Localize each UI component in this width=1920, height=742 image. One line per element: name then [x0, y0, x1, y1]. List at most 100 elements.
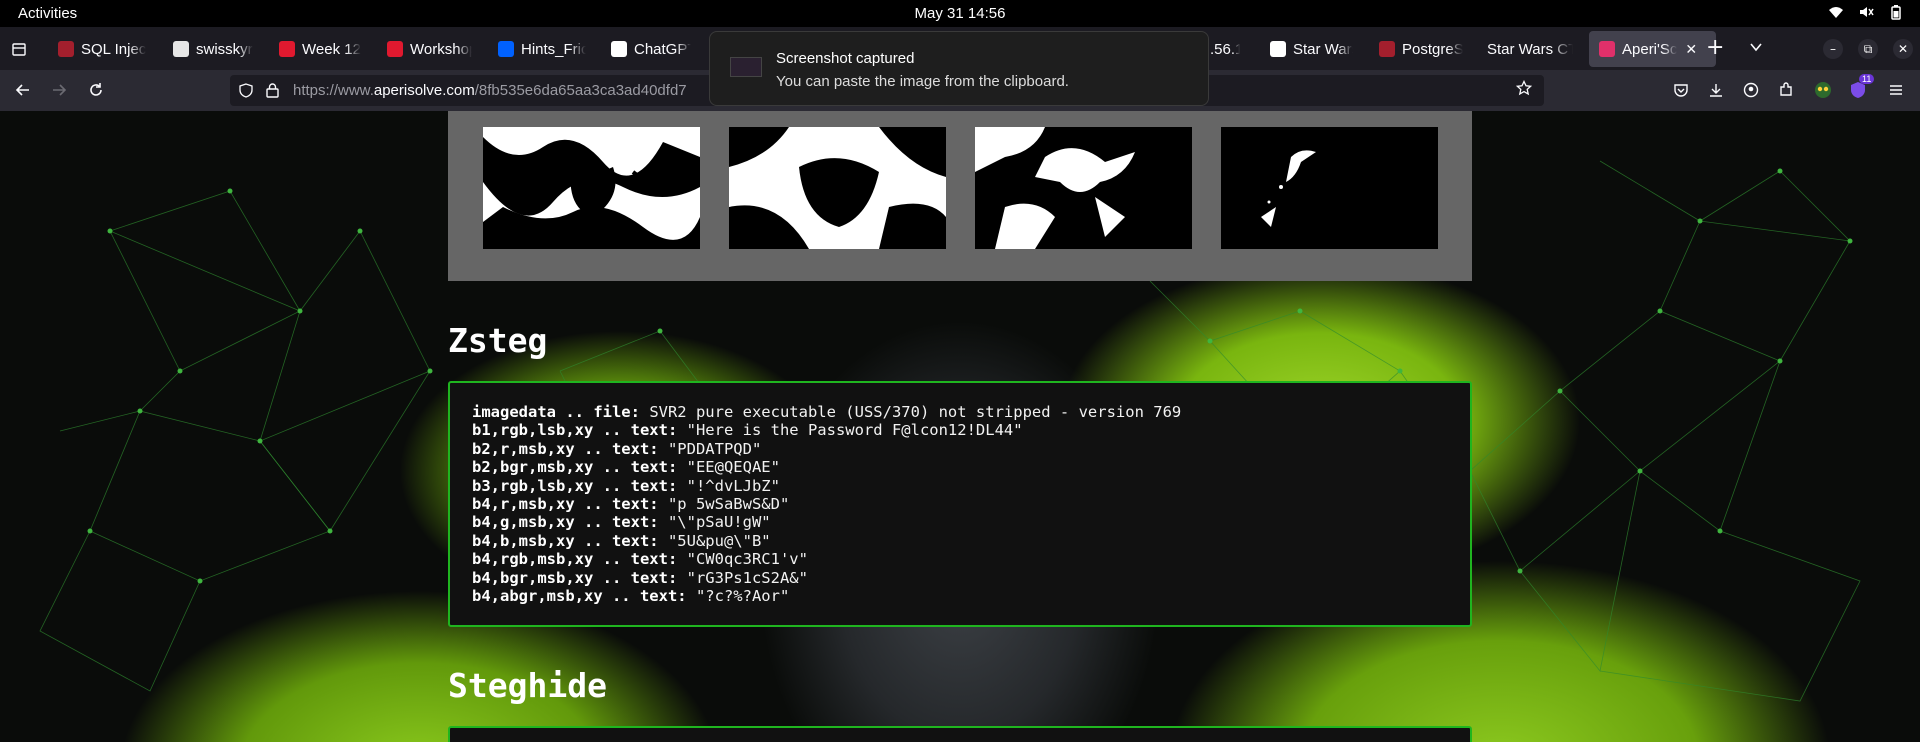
web-page-content: Zsteg imagedata .. file: SVR2 pure execu… — [0, 111, 1920, 742]
zsteg-line: b4,abgr,msb,xy .. text: "?c?%?Aor" — [472, 587, 1448, 605]
zsteg-line-value: "\"pSaU!gW" — [658, 513, 771, 532]
bitplane-image-2[interactable] — [729, 127, 946, 249]
close-window-button[interactable]: ✕ — [1893, 39, 1913, 59]
bookmark-star-icon[interactable] — [1516, 80, 1532, 96]
close-tab-icon[interactable]: ✕ — [1685, 41, 1697, 58]
browser-tab[interactable]: PostgreSC — [1369, 31, 1473, 67]
steghide-output-box — [448, 726, 1472, 742]
wifi-icon — [1829, 7, 1843, 18]
tab-label: .56.1( — [1210, 40, 1240, 58]
shield-icon[interactable] — [239, 83, 253, 98]
zsteg-line-key: b4,b,msb,xy .. text: — [472, 531, 659, 550]
bitplane-image-4[interactable] — [1221, 127, 1438, 249]
tab-label: Star Wars — [1293, 40, 1353, 58]
bitplane-image-1[interactable] — [483, 127, 700, 249]
notification-title: Screenshot captured — [776, 50, 915, 67]
list-all-tabs-icon[interactable] — [1748, 39, 1764, 55]
activities-button[interactable]: Activities — [18, 5, 77, 22]
url-text[interactable]: https://www.aperisolve.com/8fb535e6da65a… — [293, 82, 687, 99]
zsteg-line-value: "!^dvLJbZ" — [677, 476, 780, 495]
bitplane-image-4-graphic — [1221, 127, 1438, 249]
browser-tab[interactable]: swisskyre — [163, 31, 263, 67]
system-tray[interactable] — [1828, 4, 1904, 20]
browser-tab[interactable]: SQL Injec — [48, 31, 158, 67]
tab-label: Workshop — [410, 40, 472, 58]
zsteg-line-value: "?c?%?Aor" — [686, 587, 790, 606]
browser-tab[interactable]: Aperi'Sc ✕ — [1589, 31, 1716, 67]
browser-tab[interactable]: ChatGPT — [601, 31, 701, 67]
zsteg-line-key: b4,bgr,msb,xy .. text: — [472, 568, 678, 587]
firefox-view-icon — [12, 42, 26, 56]
tab-favicon-icon — [279, 41, 295, 57]
browser-tab[interactable]: Week 12 - — [269, 31, 371, 67]
restore-button[interactable]: ⧉ — [1858, 39, 1878, 59]
browser-tab[interactable]: Workshop — [377, 31, 482, 67]
zsteg-line-value: "5U&pu@\"B" — [658, 531, 771, 550]
tab-label: ChatGPT — [634, 40, 691, 58]
clock[interactable]: May 31 14:56 — [915, 5, 1006, 22]
extensions-button[interactable] — [1776, 80, 1796, 100]
arrow-left-icon — [15, 84, 29, 96]
zsteg-line-key: imagedata .. file: — [472, 403, 640, 421]
bitplane-image-1-graphic — [483, 127, 700, 249]
zsteg-line-key: b2,bgr,msb,xy .. text: — [472, 458, 678, 477]
reload-button[interactable] — [86, 80, 106, 100]
screenshot-notification[interactable]: Screenshot captured You can paste the im… — [709, 31, 1209, 106]
bitplane-image-3-graphic — [975, 127, 1192, 249]
battery-icon — [1891, 5, 1901, 20]
puzzle-icon — [1780, 82, 1792, 96]
zsteg-line-key: b4,r,msb,xy .. text: — [472, 495, 659, 514]
zsteg-output-text: imagedata .. file: SVR2 pure executable … — [450, 383, 1470, 625]
extension-owl-button[interactable] — [1813, 80, 1833, 100]
zsteg-line-value: "p 5wSaBwS&D" — [658, 495, 790, 514]
zsteg-line-value: SVR2 pure executable (USS/370) not strip… — [639, 403, 1182, 421]
tab-favicon-icon — [1379, 41, 1395, 57]
downloads-button[interactable] — [1706, 80, 1726, 100]
zsteg-line-key: b4,abgr,msb,xy .. text: — [472, 587, 687, 606]
firefox-view-button[interactable] — [0, 27, 38, 70]
system-top-bar: Activities May 31 14:56 — [0, 0, 1920, 27]
zsteg-line: b4,rgb,msb,xy .. text: "CW0qc3RC1'v" — [472, 550, 1448, 568]
pocket-button[interactable] — [1671, 80, 1691, 100]
account-icon — [1743, 82, 1759, 98]
tab-label: SQL Injec — [81, 40, 147, 58]
zsteg-line-value: "CW0qc3RC1'v" — [677, 550, 808, 569]
zsteg-line: b4,bgr,msb,xy .. text: "rG3Ps1cS2A&" — [472, 569, 1448, 587]
browser-tab[interactable]: Star Wars CT — [1477, 31, 1583, 67]
screenshot-thumbnail — [730, 57, 762, 77]
zsteg-line: b1,rgb,lsb,xy .. text: "Here is the Pass… — [472, 421, 1448, 439]
zsteg-line-value: "Here is the Password F@lcon12!DL44" — [677, 421, 1023, 440]
zsteg-line-key: b2,r,msb,xy .. text: — [472, 439, 659, 458]
tab-favicon-icon — [58, 41, 74, 57]
back-button[interactable] — [13, 80, 33, 100]
extension-badge-count: 11 — [1859, 74, 1875, 84]
hamburger-menu-icon — [1890, 85, 1902, 95]
tab-favicon-icon — [387, 41, 403, 57]
tab-label: Aperi'Sc — [1622, 40, 1678, 58]
lock-icon[interactable] — [266, 83, 279, 98]
steghide-heading: Steghide — [448, 666, 607, 705]
forward-button[interactable] — [49, 80, 69, 100]
zsteg-line: imagedata .. file: SVR2 pure executable … — [472, 403, 1448, 421]
tab-favicon-icon — [498, 41, 514, 57]
tab-favicon-icon — [1599, 41, 1615, 57]
tab-label: Star Wars CT — [1487, 40, 1573, 58]
extension-badge-button[interactable]: 11 — [1848, 74, 1875, 100]
tab-label: swisskyre — [196, 40, 253, 58]
browser-tab[interactable]: Star Wars — [1260, 31, 1363, 67]
zsteg-line: b4,b,msb,xy .. text: "5U&pu@\"B" — [472, 532, 1448, 550]
browser-tab[interactable]: Hints_Fric — [488, 31, 596, 67]
tab-favicon-icon — [1270, 41, 1286, 57]
volume-muted-icon — [1860, 7, 1874, 17]
bitplane-image-3[interactable] — [975, 127, 1192, 249]
minimize-button[interactable]: – — [1823, 39, 1843, 59]
tab-favicon-icon — [173, 41, 189, 57]
zsteg-line: b3,rgb,lsb,xy .. text: "!^dvLJbZ" — [472, 477, 1448, 495]
account-button[interactable] — [1741, 80, 1761, 100]
zsteg-line-key: b4,rgb,msb,xy .. text: — [472, 550, 678, 569]
new-tab-button[interactable]: + — [1706, 35, 1724, 60]
bitplane-image-2-graphic — [729, 127, 946, 249]
zsteg-line-key: b1,rgb,lsb,xy .. text: — [472, 421, 678, 440]
zsteg-line: b4,g,msb,xy .. text: "\"pSaU!gW" — [472, 513, 1448, 531]
app-menu-button[interactable] — [1886, 80, 1906, 100]
